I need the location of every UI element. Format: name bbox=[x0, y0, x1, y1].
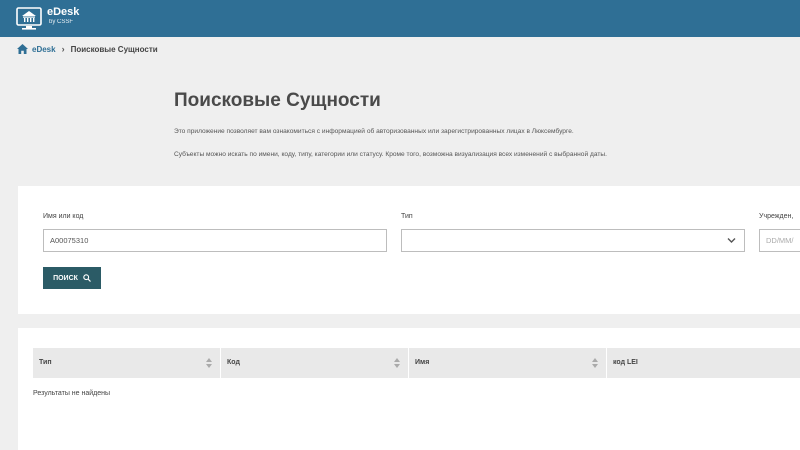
sort-icon bbox=[592, 358, 598, 368]
column-header-label: Код bbox=[227, 359, 240, 366]
type-label: Тип bbox=[401, 213, 413, 220]
top-header-bar: eDesk by CSSF bbox=[0, 0, 800, 37]
home-icon[interactable] bbox=[17, 44, 28, 54]
page-description-1: Это приложение позволяет вам ознакомитьс… bbox=[174, 128, 574, 135]
name-or-code-input[interactable]: A00075310 bbox=[43, 229, 387, 252]
breadcrumb: eDesk › Поисковые Сущности bbox=[17, 44, 158, 54]
breadcrumb-current: Поисковые Сущности bbox=[70, 44, 158, 54]
column-header-lei-code[interactable]: код LEI bbox=[607, 348, 800, 378]
page-description-2: Субъекты можно искать по имени, коду, ти… bbox=[174, 151, 607, 158]
column-header-name[interactable]: Имя bbox=[409, 348, 607, 378]
app-title: eDesk bbox=[47, 6, 80, 18]
search-button-label: ПОИСК bbox=[53, 274, 78, 282]
column-header-code[interactable]: Код bbox=[221, 348, 409, 378]
app-logo-text[interactable]: eDesk by CSSF bbox=[47, 6, 79, 27]
column-header-label: Тип bbox=[39, 359, 52, 366]
column-header-label: код LEI bbox=[613, 359, 638, 366]
no-results-message: Результаты не найдены bbox=[33, 390, 111, 397]
established-date-label: Учрежден, bbox=[759, 213, 794, 220]
page-title: Поисковые Сущности bbox=[174, 90, 381, 111]
column-header-label: Имя bbox=[415, 359, 430, 366]
cssf-logo-icon[interactable] bbox=[16, 5, 42, 31]
breadcrumb-chevron-icon: › bbox=[61, 44, 65, 54]
results-table-header: Тип Код Имя код LEI bbox=[33, 348, 800, 378]
established-date-input[interactable]: DD/MM/ bbox=[759, 229, 800, 252]
chevron-down-icon bbox=[727, 238, 736, 243]
sort-icon bbox=[206, 358, 212, 368]
results-panel: Тип Код Имя код LEI Результаты не найден… bbox=[18, 328, 800, 450]
search-button[interactable]: ПОИСК bbox=[43, 267, 101, 289]
sort-icon bbox=[394, 358, 400, 368]
search-icon bbox=[83, 274, 91, 282]
type-select[interactable] bbox=[401, 229, 745, 252]
name-or-code-label: Имя или код bbox=[43, 213, 84, 220]
search-panel: Имя или код A00075310 Тип Учрежден, DD/M… bbox=[18, 186, 800, 314]
breadcrumb-home-link[interactable]: eDesk bbox=[32, 45, 56, 54]
column-header-type[interactable]: Тип bbox=[33, 348, 221, 378]
app-subtitle: by CSSF bbox=[49, 19, 74, 25]
